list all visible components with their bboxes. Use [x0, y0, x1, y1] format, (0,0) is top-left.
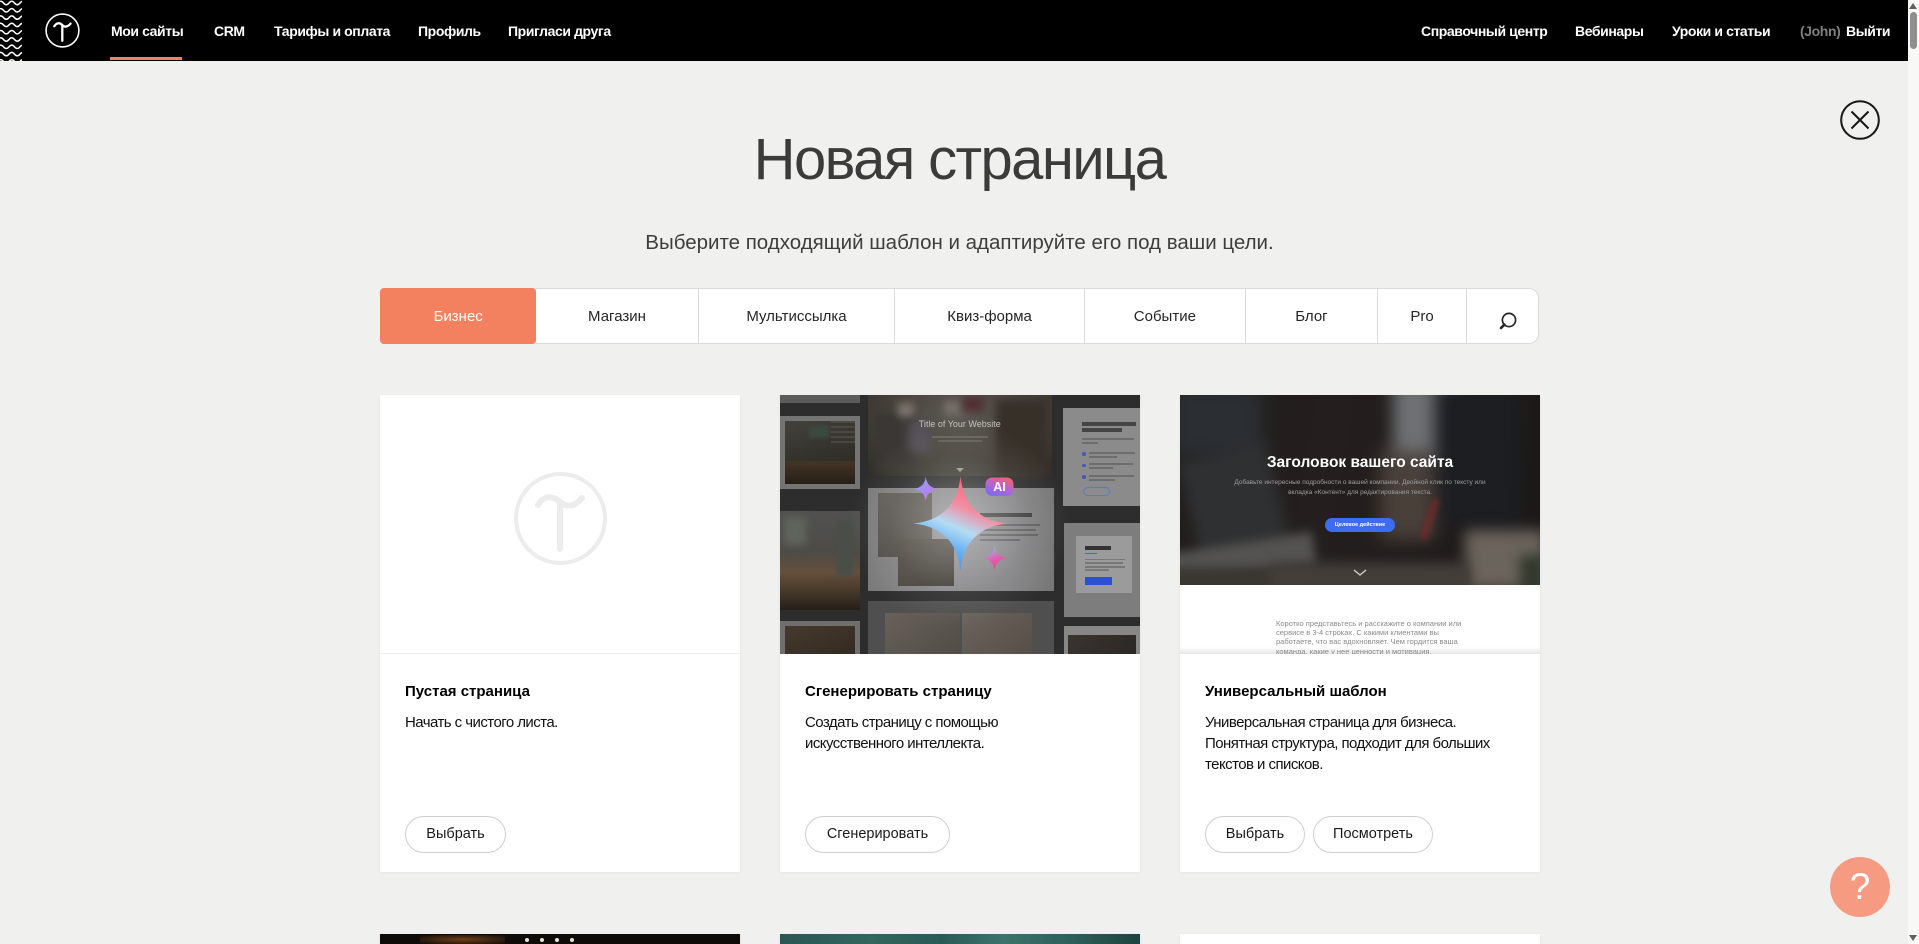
- svg-text:AI: AI: [993, 480, 1006, 494]
